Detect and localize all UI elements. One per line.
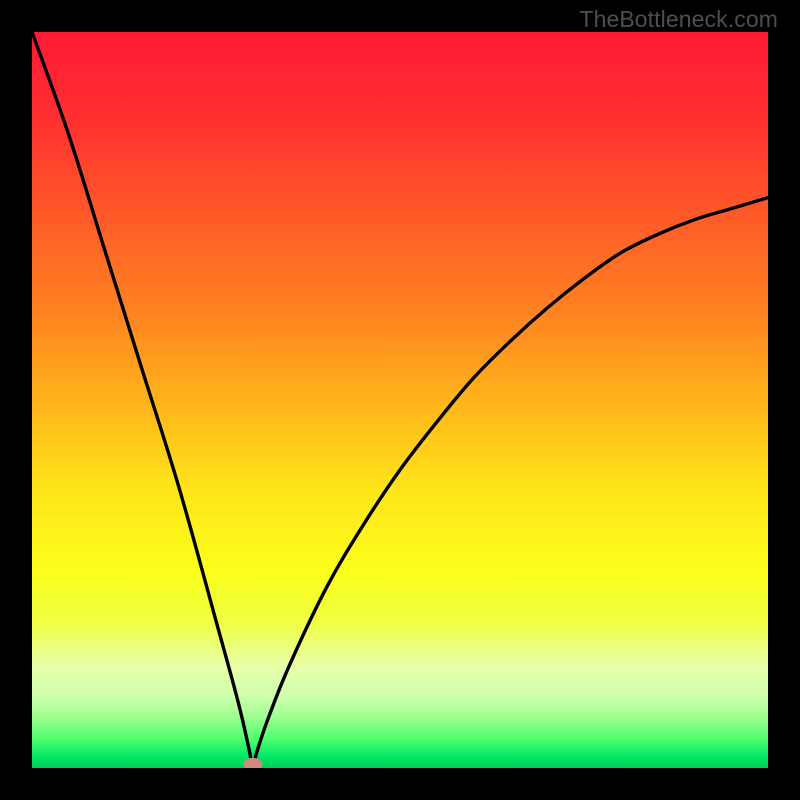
watermark-text: TheBottleneck.com: [579, 6, 778, 33]
curve-layer: [32, 32, 768, 768]
bottleneck-curve: [32, 32, 768, 768]
plot-area: [32, 32, 768, 768]
min-marker: [243, 758, 262, 768]
chart-frame: TheBottleneck.com: [0, 0, 800, 800]
